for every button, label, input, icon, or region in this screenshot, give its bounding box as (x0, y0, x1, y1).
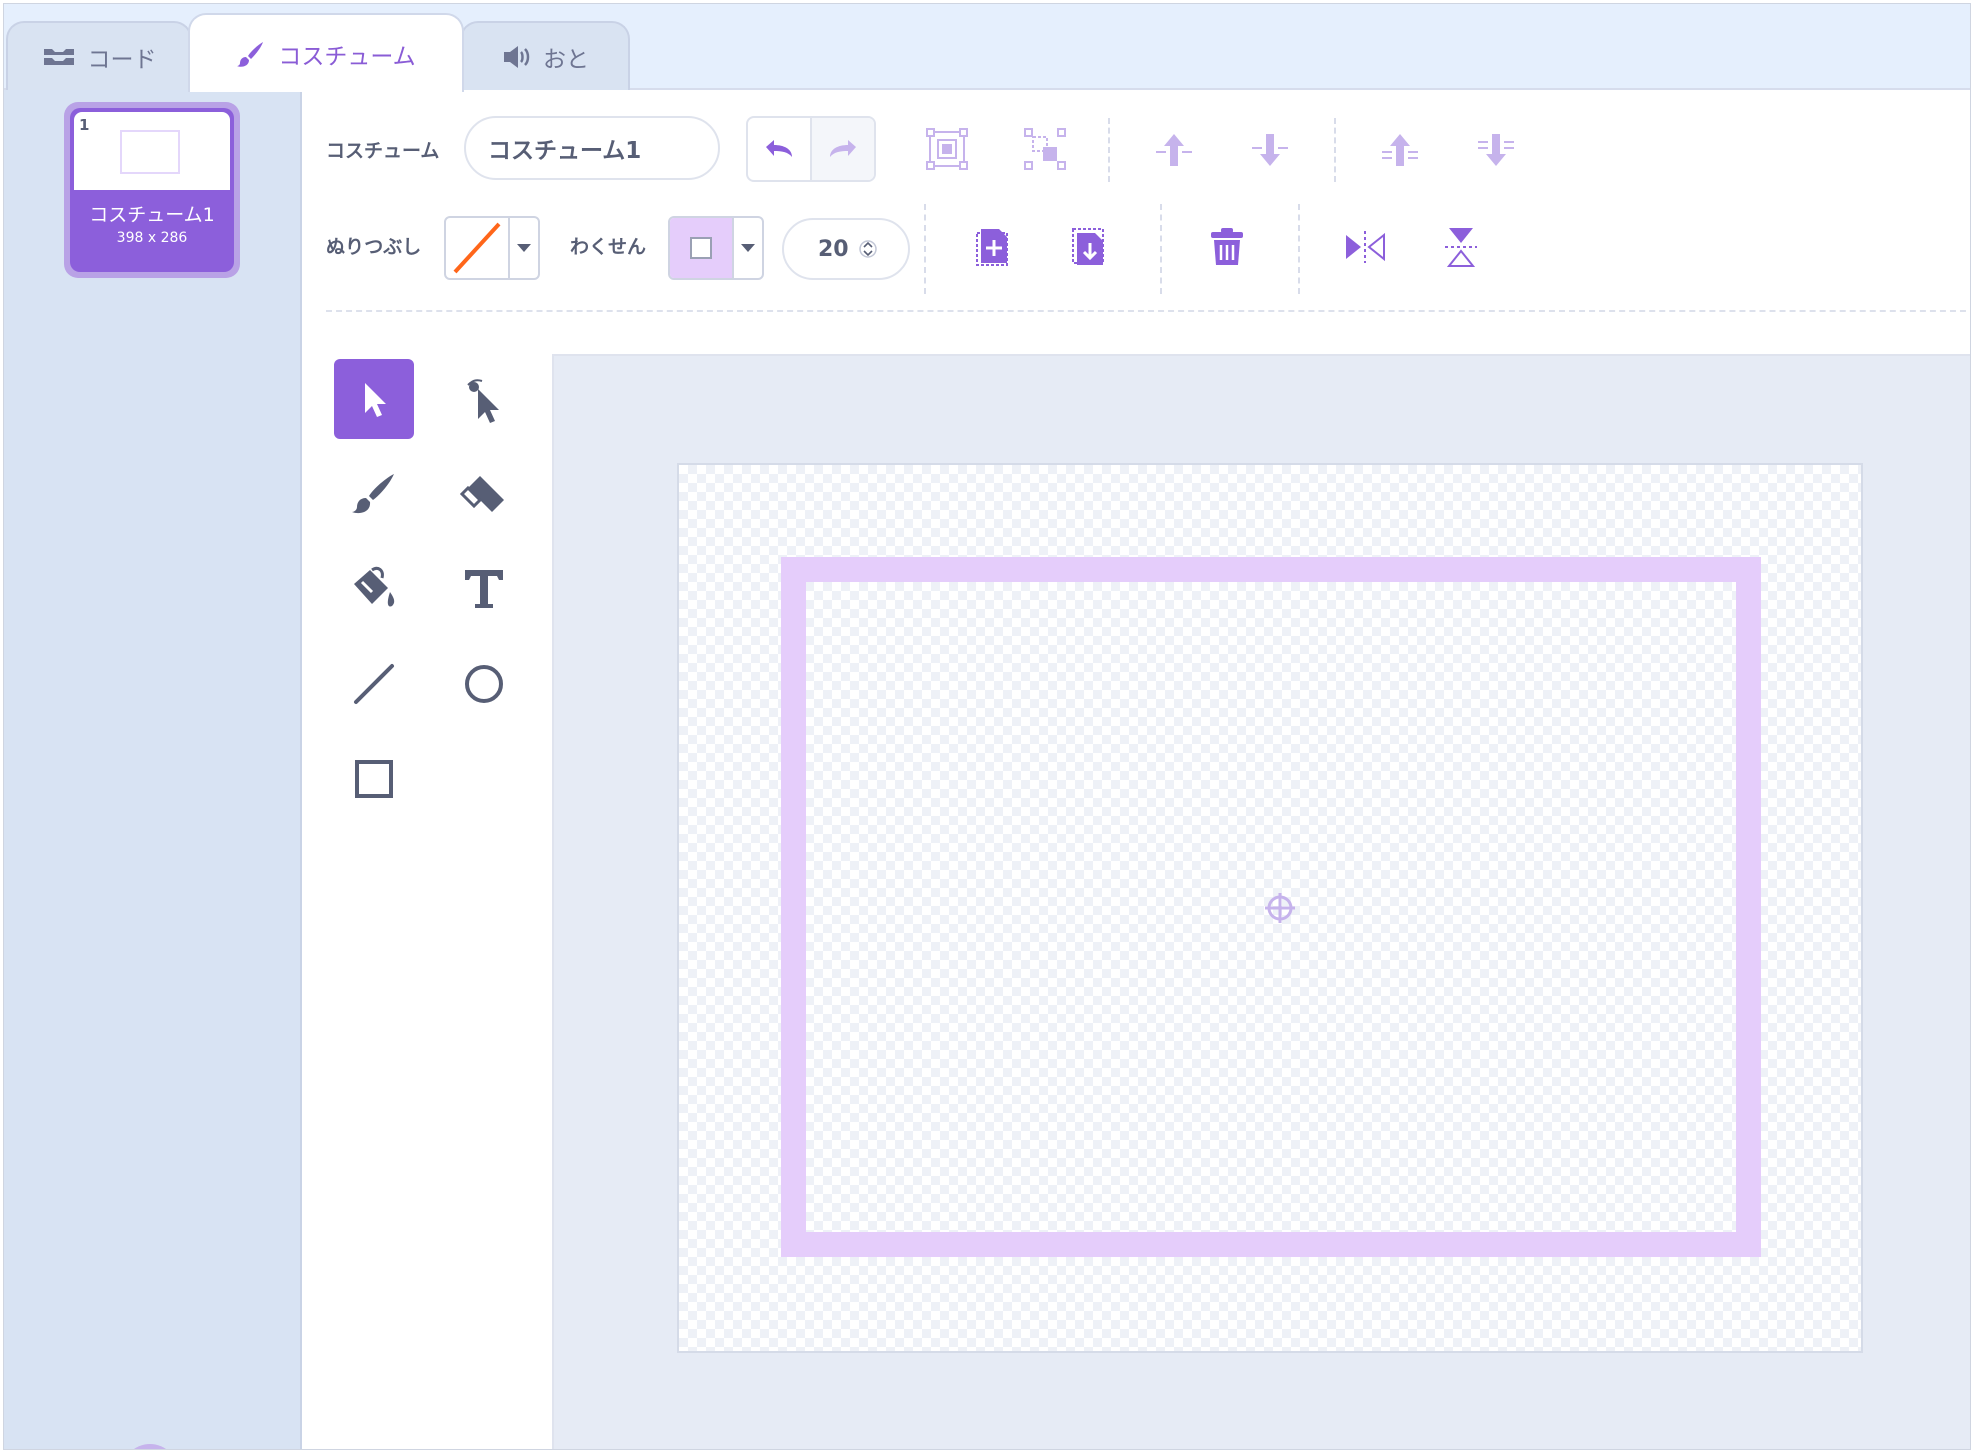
rectangle-tool-icon (355, 760, 393, 798)
add-costume-button[interactable] (122, 1444, 178, 1449)
flip-horizontal-icon (1346, 231, 1385, 263)
group-button[interactable] (922, 124, 972, 174)
redo-icon (830, 140, 856, 157)
copy-icon (976, 229, 1008, 266)
stepper-icon[interactable] (858, 236, 877, 262)
outline-dropdown-arrow (732, 218, 762, 278)
toolbar-divider (326, 310, 1970, 312)
crosshair-icon (1265, 893, 1295, 923)
ungroup-button[interactable] (1020, 124, 1070, 174)
back-button[interactable] (1474, 126, 1518, 174)
fill-color-swatch (446, 218, 508, 278)
line-tool-icon (354, 664, 394, 704)
redo-button[interactable] (810, 118, 874, 180)
delete-button[interactable] (1204, 222, 1250, 272)
costume-item[interactable]: 1 コスチューム1 398 x 286 (64, 102, 240, 278)
outline-label: わくせん (570, 236, 647, 258)
caret-down-icon (741, 244, 755, 252)
undo-icon (766, 140, 792, 157)
toolbar-separator (924, 204, 926, 294)
costume-thumbnail-shape (120, 130, 180, 174)
costume-name-label: コスチューム (326, 140, 440, 162)
tab-costume[interactable]: コスチューム (188, 13, 464, 92)
rectangle-tool[interactable] (334, 739, 414, 819)
backward-button[interactable] (1248, 126, 1292, 174)
eraser-tool[interactable] (444, 454, 524, 534)
backward-icon (1252, 134, 1288, 166)
ungroup-icon (1024, 128, 1066, 170)
costume-name-input[interactable] (464, 116, 720, 180)
costume-name: コスチューム1 (89, 204, 215, 226)
text-tool-icon (465, 570, 503, 608)
delete-icon (1211, 228, 1243, 265)
canvas-area[interactable] (552, 354, 1970, 1449)
caret-down-icon (517, 244, 531, 252)
costume-item-body: 1 コスチューム1 398 x 286 (70, 108, 234, 272)
costume-size: 398 x 286 (116, 230, 188, 246)
undo-redo-group (746, 116, 876, 182)
paintbrush-icon (236, 39, 266, 69)
tab-sound[interactable]: おと (460, 21, 630, 90)
line-tool[interactable] (334, 644, 414, 724)
fill-tool[interactable] (334, 549, 414, 629)
fill-color-picker[interactable] (444, 216, 540, 280)
tab-code[interactable]: コード (6, 21, 192, 90)
flip-vertical-icon (1445, 228, 1477, 267)
outline-size-input[interactable]: 20 (782, 218, 910, 280)
select-tool-icon (365, 383, 386, 417)
group-icon (926, 128, 968, 170)
circle-tool[interactable] (444, 644, 524, 724)
fill-tool-icon (354, 566, 395, 607)
outline-color-picker[interactable] (668, 216, 764, 280)
tab-code-label: コード (87, 46, 157, 73)
circle-tool-icon (465, 665, 503, 703)
front-button[interactable] (1378, 126, 1422, 174)
select-tool[interactable] (334, 359, 414, 439)
outline-color-swatch (670, 218, 732, 278)
tab-bar: コード コスチューム おと (4, 4, 1970, 92)
flip-vertical-button[interactable] (1436, 222, 1486, 272)
front-icon (1382, 134, 1418, 166)
reshape-tool-icon (467, 379, 499, 423)
undo-button[interactable] (748, 118, 810, 180)
toolbar-separator (1298, 204, 1300, 294)
back-icon (1478, 134, 1514, 166)
eraser-tool-icon (460, 476, 504, 512)
costume-thumbnail (74, 112, 230, 190)
artboard[interactable] (677, 463, 1863, 1353)
brush-tool[interactable] (334, 454, 414, 534)
fill-dropdown-arrow (508, 218, 538, 278)
forward-icon (1156, 134, 1192, 166)
forward-button[interactable] (1152, 126, 1196, 174)
tab-costume-label: コスチューム (278, 43, 416, 70)
tab-sound-label: おと (543, 46, 589, 73)
costume-index: 1 (79, 116, 90, 134)
toolbar-separator (1160, 204, 1162, 294)
toolbar-separator (1334, 118, 1336, 182)
paste-button[interactable] (1066, 222, 1112, 272)
paint-editor-window: コード コスチューム おと 1 コスチューム1 398 x 286 コスチューム… (3, 3, 1971, 1450)
copy-button[interactable] (970, 222, 1016, 272)
speaker-icon (501, 44, 531, 70)
code-blocks-icon (42, 46, 76, 68)
outline-size-value: 20 (818, 236, 849, 262)
costume-list: 1 コスチューム1 398 x 286 (4, 90, 302, 1449)
reshape-tool[interactable] (444, 359, 524, 439)
paste-icon (1072, 228, 1104, 265)
toolbar-separator (1108, 118, 1110, 182)
flip-horizontal-button[interactable] (1340, 222, 1390, 272)
outline-swatch-inner (690, 237, 712, 259)
no-fill-icon (453, 222, 501, 274)
brush-tool-icon (352, 474, 394, 514)
fill-label: ぬりつぶし (326, 236, 422, 258)
text-tool[interactable] (444, 549, 524, 629)
